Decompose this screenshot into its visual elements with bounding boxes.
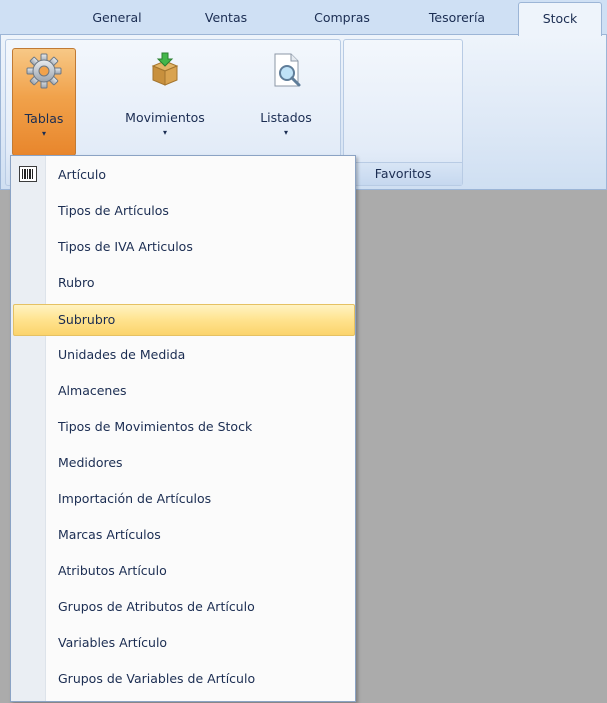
- chevron-down-icon: ▾: [283, 128, 288, 137]
- movimientos-label: Movimientos: [125, 110, 205, 125]
- menu-item-subrubro[interactable]: Subrubro: [13, 304, 355, 336]
- menu-item-grupos-variables[interactable]: Grupos de Variables de Artículo: [13, 663, 353, 695]
- menu-item-rubro[interactable]: Rubro: [13, 267, 353, 299]
- tablas-button[interactable]: Tablas ▾: [12, 48, 76, 156]
- menu-item-importacion-articulos[interactable]: Importación de Artículos: [13, 483, 353, 515]
- listados-label: Listados: [260, 110, 312, 125]
- gear-icon: [26, 53, 62, 89]
- menu-item-label: Artículo: [58, 167, 106, 182]
- chevron-down-icon: ▾: [41, 129, 46, 138]
- menu-item-label: Unidades de Medida: [58, 347, 186, 362]
- movimientos-button[interactable]: Movimientos ▾: [108, 48, 222, 154]
- menu-item-medidores[interactable]: Medidores: [13, 447, 353, 479]
- menu-item-almacenes[interactable]: Almacenes: [13, 375, 353, 407]
- menu-item-label: Tipos de Movimientos de Stock: [58, 419, 253, 434]
- menu-item-atributos-articulo[interactable]: Atributos Artículo: [13, 555, 353, 587]
- menu-item-marcas-articulos[interactable]: Marcas Artículos: [13, 519, 353, 551]
- menu-item-tipos-movimientos-stock[interactable]: Tipos de Movimientos de Stock: [13, 411, 353, 443]
- menu-item-grupos-atributos[interactable]: Grupos de Atributos de Artículo: [13, 591, 353, 623]
- tablas-label: Tablas: [24, 111, 64, 126]
- box-download-icon: [151, 52, 179, 86]
- menu-item-label: Medidores: [58, 455, 123, 470]
- menu-item-articulo[interactable]: Artículo: [13, 159, 353, 191]
- menu-item-tipos-articulos[interactable]: Tipos de Artículos: [13, 195, 353, 227]
- tab-ventas[interactable]: Ventas: [190, 0, 262, 34]
- ribbon-tab-strip: General Ventas Compras Tesorería Stock: [0, 0, 607, 36]
- tab-compras[interactable]: Compras: [302, 0, 382, 34]
- tab-general[interactable]: General: [80, 0, 154, 34]
- chevron-down-icon: ▾: [162, 128, 167, 137]
- menu-item-label: Grupos de Atributos de Artículo: [58, 599, 255, 614]
- menu-item-label: Grupos de Variables de Artículo: [58, 671, 256, 686]
- ribbon-group-favorites: Favoritos: [343, 39, 463, 186]
- tab-stock[interactable]: Stock: [518, 2, 602, 36]
- listados-button[interactable]: Listados ▾: [244, 48, 328, 154]
- menu-item-tipos-iva[interactable]: Tipos de IVA Articulos: [13, 231, 353, 263]
- barcode-icon: [19, 166, 37, 182]
- menu-item-label: Marcas Artículos: [58, 527, 161, 542]
- menu-item-label: Variables Artículo: [58, 635, 168, 650]
- tablas-dropdown-menu: Artículo Tipos de Artículos Tipos de IVA…: [10, 155, 356, 702]
- menu-item-label: Atributos Artículo: [58, 563, 167, 578]
- menu-item-label: Almacenes: [58, 383, 127, 398]
- menu-item-label: Rubro: [58, 275, 95, 290]
- menu-item-variables-articulo[interactable]: Variables Artículo: [13, 627, 353, 659]
- menu-item-label: Tipos de Artículos: [58, 203, 169, 218]
- menu-item-label: Subrubro: [58, 312, 116, 327]
- tab-tesoreria[interactable]: Tesorería: [414, 0, 500, 34]
- favorites-group-label: Favoritos: [344, 162, 462, 185]
- document-search-icon: [274, 53, 301, 87]
- menu-item-label: Importación de Artículos: [58, 491, 212, 506]
- menu-item-label: Tipos de IVA Articulos: [58, 239, 193, 254]
- menu-item-unidades-medida[interactable]: Unidades de Medida: [13, 339, 353, 371]
